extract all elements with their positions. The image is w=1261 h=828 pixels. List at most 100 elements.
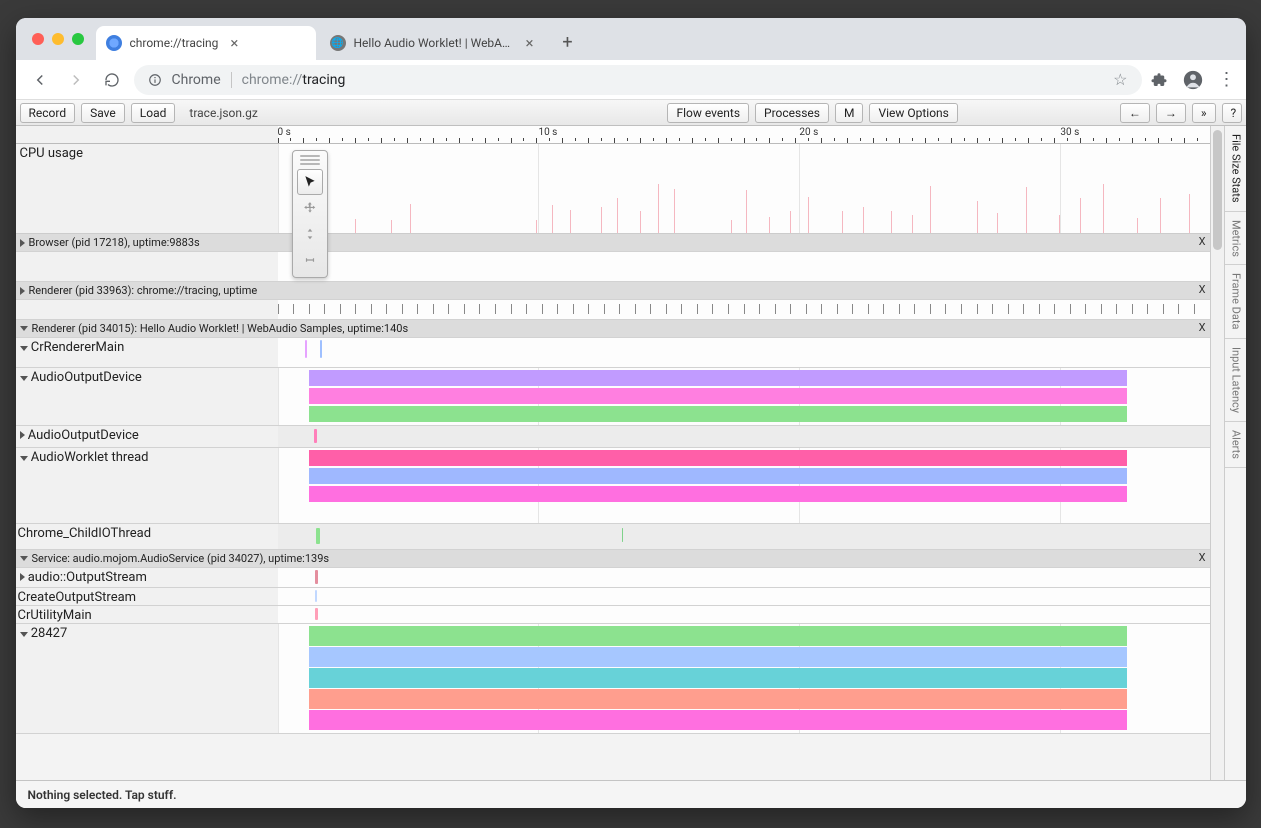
process-service-header[interactable]: Service: audio.mojom.AudioService (pid 3… — [16, 550, 1190, 567]
cpu-usage-track[interactable] — [278, 144, 1210, 233]
view-options-button[interactable]: View Options — [869, 103, 957, 123]
close-tab-icon[interactable]: × — [522, 34, 538, 52]
tab-audio-worklet[interactable]: 🌐 Hello Audio Worklet! | WebAud… × — [320, 26, 548, 60]
t28427-track[interactable] — [278, 624, 1210, 733]
side-tab-metrics[interactable]: Metrics — [1225, 212, 1246, 266]
load-button[interactable]: Load — [131, 103, 176, 123]
process-renderer2-header[interactable]: Renderer (pid 34015): Hello Audio Workle… — [16, 320, 1190, 337]
overflow-button[interactable]: » — [1192, 103, 1216, 123]
forward-button[interactable] — [62, 66, 90, 94]
outputstream-track[interactable] — [278, 568, 1210, 587]
star-icon[interactable]: ☆ — [1113, 70, 1127, 89]
createoutputstream-track[interactable] — [278, 588, 1210, 605]
collapse-icon — [20, 326, 28, 331]
collapse-icon — [20, 456, 28, 461]
crutilitymain-track[interactable] — [278, 606, 1210, 623]
palette-grip-icon[interactable] — [300, 155, 320, 165]
close-tab-icon[interactable]: × — [226, 34, 242, 52]
audiooutputdevice-track[interactable] — [278, 368, 1210, 425]
thread-label-audiooutputdevice[interactable]: AudioOutputDevice — [16, 368, 278, 425]
audiooutputdevice2-track[interactable] — [278, 426, 1210, 447]
close-process-button[interactable]: X — [1199, 235, 1206, 248]
new-tab-button[interactable]: + — [554, 28, 582, 56]
time-ruler[interactable]: 0 s10 s20 s30 s — [278, 126, 1210, 144]
collapse-icon — [20, 346, 28, 351]
back-button[interactable] — [26, 66, 54, 94]
tab-title: chrome://tracing — [130, 36, 219, 50]
side-tab-frame-data[interactable]: Frame Data — [1225, 265, 1246, 338]
thread-label-crutilitymain: CrUtilityMain — [16, 606, 278, 623]
thread-label-audiooutputdevice-2[interactable]: AudioOutputDevice — [16, 426, 278, 447]
vertical-scrollbar[interactable] — [1210, 126, 1224, 780]
globe-favicon-icon: 🌐 — [330, 35, 346, 51]
status-text: Nothing selected. Tap stuff. — [28, 788, 177, 802]
tab-strip: chrome://tracing × 🌐 Hello Audio Worklet… — [16, 18, 1246, 60]
process-browser-header[interactable]: Browser (pid 17218), uptime:9883s — [16, 234, 278, 251]
tool-palette[interactable] — [292, 150, 328, 278]
side-tab-alerts[interactable]: Alerts — [1225, 422, 1246, 468]
browser-window: chrome://tracing × 🌐 Hello Audio Worklet… — [16, 18, 1246, 808]
tracing-favicon-icon — [106, 35, 122, 51]
nav-left-button[interactable]: ← — [1120, 103, 1150, 123]
m-button[interactable]: M — [835, 103, 863, 123]
omnibox[interactable]: Chrome chrome://tracing ☆ — [134, 65, 1142, 95]
right-side-tabs: File Size Stats Metrics Frame Data Input… — [1224, 126, 1246, 780]
thread-label-crrenderermain[interactable]: CrRendererMain — [16, 338, 278, 367]
childio-track[interactable] — [278, 524, 1210, 549]
window-controls — [24, 18, 92, 60]
save-button[interactable]: Save — [81, 103, 125, 123]
thread-label-outputstream[interactable]: audio::OutputStream — [16, 568, 278, 587]
expand-icon — [20, 431, 25, 439]
expand-icon — [20, 573, 25, 581]
close-process-button[interactable]: X — [1199, 321, 1206, 334]
tracing-app: Record Save Load trace.json.gz Flow even… — [16, 100, 1246, 808]
pointer-tool-button[interactable] — [297, 169, 323, 195]
renderer1-track[interactable] — [278, 300, 1210, 319]
profile-icon[interactable] — [1182, 69, 1204, 91]
expand-icon — [20, 239, 25, 247]
timeline-rows: 0 s10 s20 s30 s CPU usage Browser (pid 1… — [16, 126, 1210, 780]
collapse-icon — [20, 556, 28, 561]
crrenderermain-track[interactable] — [278, 338, 1210, 367]
processes-button[interactable]: Processes — [755, 103, 829, 123]
thread-label-childio[interactable]: Chrome_ChildIOThread — [16, 524, 278, 549]
tab-title: Hello Audio Worklet! | WebAud… — [354, 36, 514, 50]
close-process-button[interactable]: X — [1199, 283, 1206, 296]
scrollbar-thumb[interactable] — [1213, 130, 1222, 250]
trace-body: 0 s10 s20 s30 s CPU usage Browser (pid 1… — [16, 126, 1246, 780]
trace-toolbar: Record Save Load trace.json.gz Flow even… — [16, 100, 1246, 126]
tab-tracing[interactable]: chrome://tracing × — [96, 26, 316, 60]
process-renderer1-header[interactable]: Renderer (pid 33963): chrome://tracing, … — [16, 282, 278, 299]
record-button[interactable]: Record — [20, 103, 76, 123]
kebab-menu-icon[interactable]: ⋮ — [1218, 69, 1236, 90]
nav-right-button[interactable]: → — [1156, 103, 1186, 123]
side-tab-file-size-stats[interactable]: File Size Stats — [1225, 126, 1246, 212]
address-bar: Chrome chrome://tracing ☆ ⋮ — [16, 60, 1246, 100]
collapse-icon — [20, 376, 28, 381]
zoom-tool-button[interactable] — [297, 221, 323, 247]
expand-icon — [20, 287, 25, 295]
maximize-window-button[interactable] — [72, 33, 84, 45]
flow-events-button[interactable]: Flow events — [667, 103, 749, 123]
omnibox-divider — [231, 72, 232, 88]
thread-label-audioworklet[interactable]: AudioWorklet thread — [16, 448, 278, 523]
browser-track[interactable] — [278, 252, 1210, 281]
collapse-icon — [20, 632, 28, 637]
extensions-icon[interactable] — [1150, 71, 1168, 89]
pan-tool-button[interactable] — [297, 195, 323, 221]
audioworklet-track[interactable] — [278, 448, 1210, 523]
page-info-icon — [148, 73, 162, 87]
close-process-button[interactable]: X — [1199, 551, 1206, 564]
close-window-button[interactable] — [32, 33, 44, 45]
help-button[interactable]: ? — [1222, 103, 1242, 123]
side-tab-input-latency[interactable]: Input Latency — [1225, 339, 1246, 422]
cpu-usage-label: CPU usage — [16, 144, 278, 233]
timing-tool-button[interactable] — [297, 247, 323, 273]
thread-label-28427[interactable]: 28427 — [16, 624, 278, 733]
thread-label-createoutputstream: CreateOutputStream — [16, 588, 278, 605]
trace-filename: trace.json.gz — [181, 106, 257, 120]
minimize-window-button[interactable] — [52, 33, 64, 45]
reload-button[interactable] — [98, 66, 126, 94]
status-bar: Nothing selected. Tap stuff. — [16, 780, 1246, 808]
omnibox-url: chrome://tracing — [242, 72, 346, 88]
